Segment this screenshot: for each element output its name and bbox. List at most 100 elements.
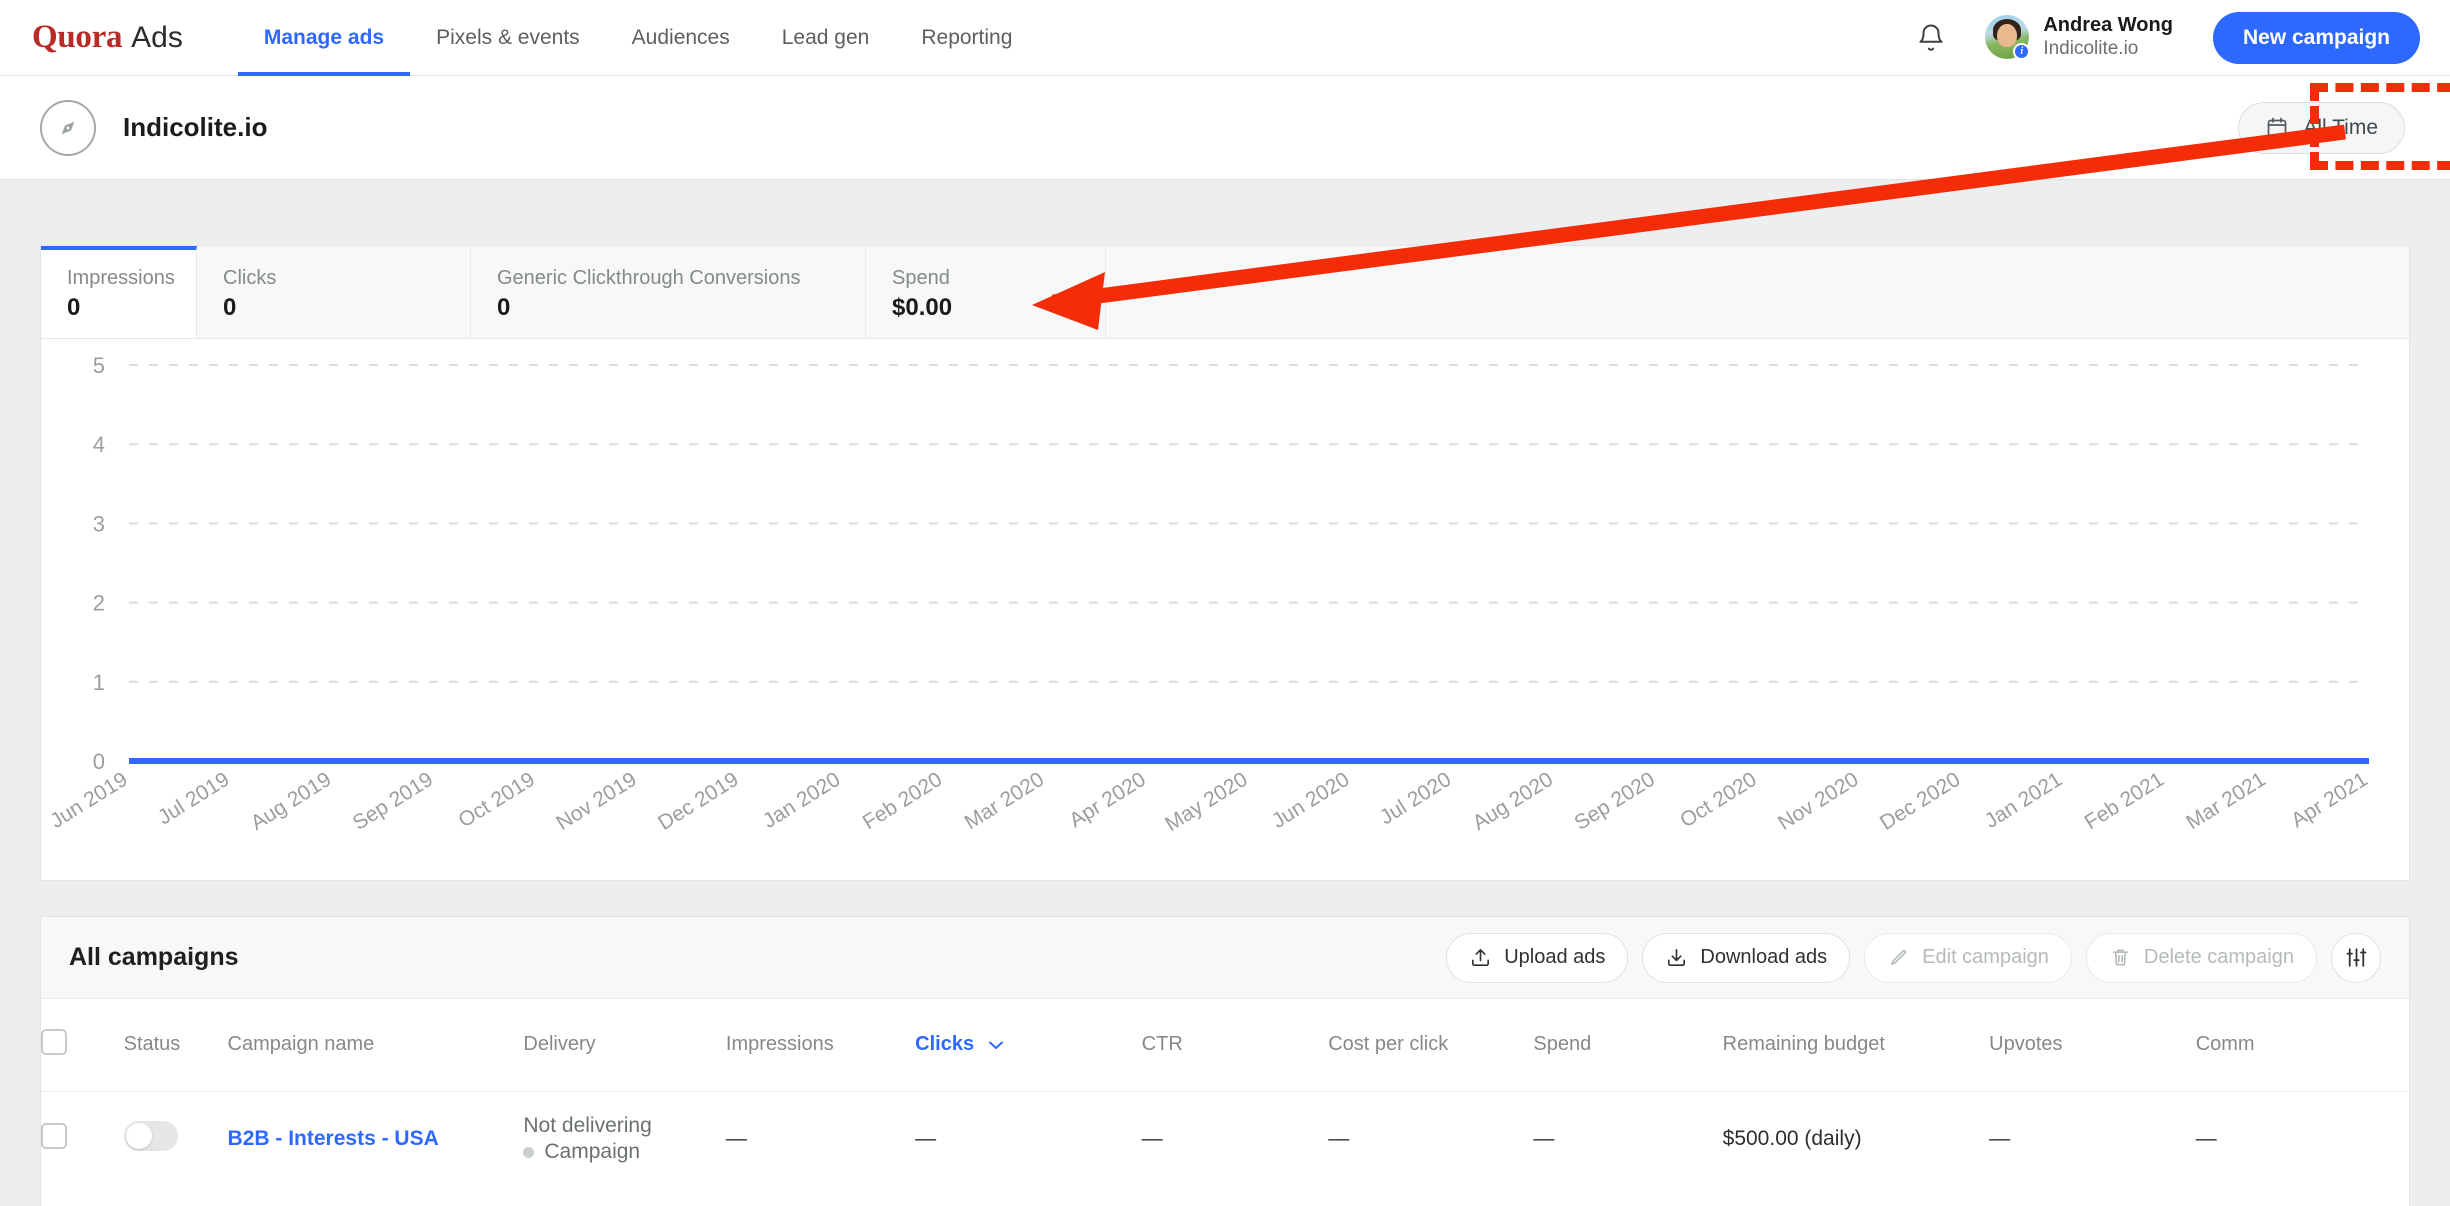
nav-tab-pixels-events[interactable]: Pixels & events bbox=[410, 0, 606, 76]
primary-nav-tabs: Manage ads Pixels & events Audiences Lea… bbox=[237, 0, 1039, 76]
quora-ads-manage-ads-page: Quora Ads Manage ads Pixels & events Aud… bbox=[0, 0, 2450, 1206]
metric-value: $0.00 bbox=[892, 294, 953, 321]
nav-tab-label: Lead gen bbox=[781, 25, 870, 49]
chart-canvas: 0 1 2 3 4 5 Jun 2019 Jul 2019 Aug 2019 Sep 2019 Oc… bbox=[46, 353, 2371, 836]
column-header-comments[interactable]: Comm bbox=[2195, 999, 2409, 1092]
brand-ads-text: Ads bbox=[131, 21, 183, 54]
svg-text:1: 1 bbox=[93, 670, 105, 695]
new-campaign-button[interactable]: New campaign bbox=[2212, 11, 2420, 64]
row-clicks-cell: — bbox=[915, 1127, 937, 1151]
svg-text:2: 2 bbox=[93, 591, 105, 616]
column-header-status[interactable]: Status bbox=[123, 999, 228, 1092]
row-status-cell bbox=[123, 1091, 228, 1187]
date-range-picker-button[interactable]: All Time bbox=[2238, 101, 2405, 154]
svg-text:Jan 2021: Jan 2021 bbox=[1981, 768, 2066, 833]
upload-ads-button[interactable]: Upload ads bbox=[1446, 932, 1629, 983]
svg-text:May 2020: May 2020 bbox=[1161, 768, 1251, 836]
upload-icon bbox=[1469, 946, 1492, 969]
delivery-level-label: Campaign bbox=[544, 1140, 641, 1164]
campaigns-action-buttons: Upload ads Download ads Edit campaign De… bbox=[1446, 932, 2381, 983]
download-ads-button[interactable]: Download ads bbox=[1642, 932, 1851, 983]
nav-tab-label: Audiences bbox=[631, 25, 730, 49]
row-checkbox[interactable] bbox=[41, 1123, 67, 1150]
nav-tab-manage-ads[interactable]: Manage ads bbox=[237, 0, 411, 76]
row-remaining-budget-cell: $500.00 (daily) bbox=[1722, 1127, 1862, 1151]
metric-value: 0 bbox=[497, 294, 511, 321]
brand-quora-text: Quora bbox=[32, 19, 123, 55]
campaigns-title: All campaigns bbox=[69, 943, 239, 971]
nav-right-cluster: i Andrea Wong Indicolite.io New campaign bbox=[1909, 11, 2420, 64]
row-upvotes-cell: — bbox=[1989, 1127, 2011, 1151]
metric-tab-spend[interactable]: Spend $0.00 bbox=[866, 246, 1106, 338]
compass-icon bbox=[40, 99, 96, 156]
metric-tab-filler bbox=[1106, 246, 2409, 338]
user-org: Indicolite.io bbox=[2043, 38, 2139, 60]
account-subheader: Indicolite.io All Time bbox=[0, 76, 2450, 180]
bell-icon[interactable] bbox=[1909, 16, 1953, 60]
user-name: Andrea Wong bbox=[2043, 14, 2173, 37]
column-header-upvotes[interactable]: Upvotes bbox=[1989, 999, 2196, 1092]
delete-campaign-button[interactable]: Delete campaign bbox=[2085, 932, 2317, 983]
svg-text:Jan 2020: Jan 2020 bbox=[759, 768, 844, 833]
svg-text:Jul 2020: Jul 2020 bbox=[1376, 768, 1456, 830]
column-header-delivery[interactable]: Delivery bbox=[523, 999, 726, 1092]
metric-label: Clicks bbox=[223, 267, 277, 289]
column-header-ctr[interactable]: CTR bbox=[1141, 999, 1329, 1092]
nav-tab-reporting[interactable]: Reporting bbox=[895, 0, 1038, 76]
metric-tab-impressions[interactable]: Impressions 0 bbox=[41, 246, 197, 338]
svg-text:Oct 2019: Oct 2019 bbox=[454, 768, 538, 833]
svg-text:Jul 2019: Jul 2019 bbox=[154, 768, 234, 830]
metric-tab-generic-clickthrough-conversions[interactable]: Generic Clickthrough Conversions 0 bbox=[471, 246, 866, 338]
svg-text:Dec 2020: Dec 2020 bbox=[1876, 768, 1964, 835]
campaign-name-link[interactable]: B2B - Interests - USA bbox=[228, 1127, 439, 1150]
upload-ads-label: Upload ads bbox=[1504, 946, 1606, 968]
svg-text:Aug 2019: Aug 2019 bbox=[247, 768, 335, 835]
sliders-icon[interactable] bbox=[2331, 932, 2381, 983]
row-campaign-name-cell: B2B - Interests - USA bbox=[228, 1091, 524, 1187]
select-all-checkbox[interactable] bbox=[41, 1028, 67, 1055]
performance-chart-card: Impressions 0 Clicks 0 Generic Clickthro… bbox=[40, 245, 2410, 881]
column-header-campaign-name[interactable]: Campaign name bbox=[227, 999, 524, 1092]
row-spend-cell: — bbox=[1533, 1127, 1555, 1151]
column-header-cost-per-click[interactable]: Cost per click bbox=[1328, 999, 1534, 1092]
svg-text:Nov 2019: Nov 2019 bbox=[552, 768, 640, 835]
svg-text:Apr 2021: Apr 2021 bbox=[2287, 768, 2371, 833]
svg-text:Sep 2020: Sep 2020 bbox=[1570, 768, 1658, 835]
user-account-menu[interactable]: i Andrea Wong Indicolite.io bbox=[1985, 14, 2173, 61]
svg-text:Aug 2020: Aug 2020 bbox=[1469, 768, 1557, 835]
quora-ads-logo[interactable]: Quora Ads bbox=[32, 19, 183, 56]
chevron-down-icon bbox=[988, 1033, 1004, 1055]
avatar-badge: i bbox=[2013, 43, 2031, 61]
column-header-clicks[interactable]: Clicks bbox=[915, 999, 1142, 1092]
delivery-level: Campaign bbox=[523, 1139, 726, 1165]
metric-value: 0 bbox=[67, 294, 81, 321]
table-row[interactable]: B2B - Interests - USA Not delivering Cam… bbox=[41, 1091, 2409, 1187]
status-dot-icon bbox=[523, 1146, 535, 1158]
nav-tab-lead-gen[interactable]: Lead gen bbox=[756, 0, 896, 76]
metric-tab-clicks[interactable]: Clicks 0 bbox=[197, 246, 471, 338]
svg-text:Mar 2020: Mar 2020 bbox=[961, 768, 1048, 835]
svg-text:Jun 2019: Jun 2019 bbox=[46, 768, 131, 833]
campaign-status-toggle[interactable] bbox=[123, 1121, 178, 1152]
impressions-line-chart: 0 1 2 3 4 5 Jun 2019 Jul 2019 Aug 2019 Sep 2019 Oc… bbox=[41, 339, 2409, 881]
metric-value: 0 bbox=[223, 294, 237, 321]
row-delivery-cell: Not delivering Campaign bbox=[523, 1091, 726, 1187]
row-cost-per-click-cell: — bbox=[1328, 1127, 1350, 1151]
download-icon bbox=[1665, 946, 1688, 969]
column-header-spend[interactable]: Spend bbox=[1533, 999, 1723, 1092]
svg-text:Nov 2020: Nov 2020 bbox=[1774, 768, 1862, 835]
edit-campaign-button[interactable]: Edit campaign bbox=[1864, 932, 2072, 983]
all-campaigns-card: All campaigns Upload ads Download ads Ed… bbox=[40, 916, 2410, 1206]
column-header-impressions[interactable]: Impressions bbox=[725, 999, 916, 1092]
nav-tab-audiences[interactable]: Audiences bbox=[606, 0, 756, 76]
nav-tab-label: Manage ads bbox=[263, 25, 385, 49]
column-header-remaining-budget[interactable]: Remaining budget bbox=[1722, 999, 1990, 1092]
svg-text:Apr 2020: Apr 2020 bbox=[1065, 768, 1149, 833]
row-comments-cell: — bbox=[2195, 1127, 2217, 1151]
metric-label: Spend bbox=[892, 267, 950, 289]
svg-text:Feb 2021: Feb 2021 bbox=[2081, 768, 2168, 835]
calendar-icon bbox=[2265, 115, 2289, 140]
row-ctr-cell: — bbox=[1141, 1127, 1163, 1151]
avatar: i bbox=[1985, 15, 2031, 61]
svg-text:3: 3 bbox=[93, 511, 105, 536]
